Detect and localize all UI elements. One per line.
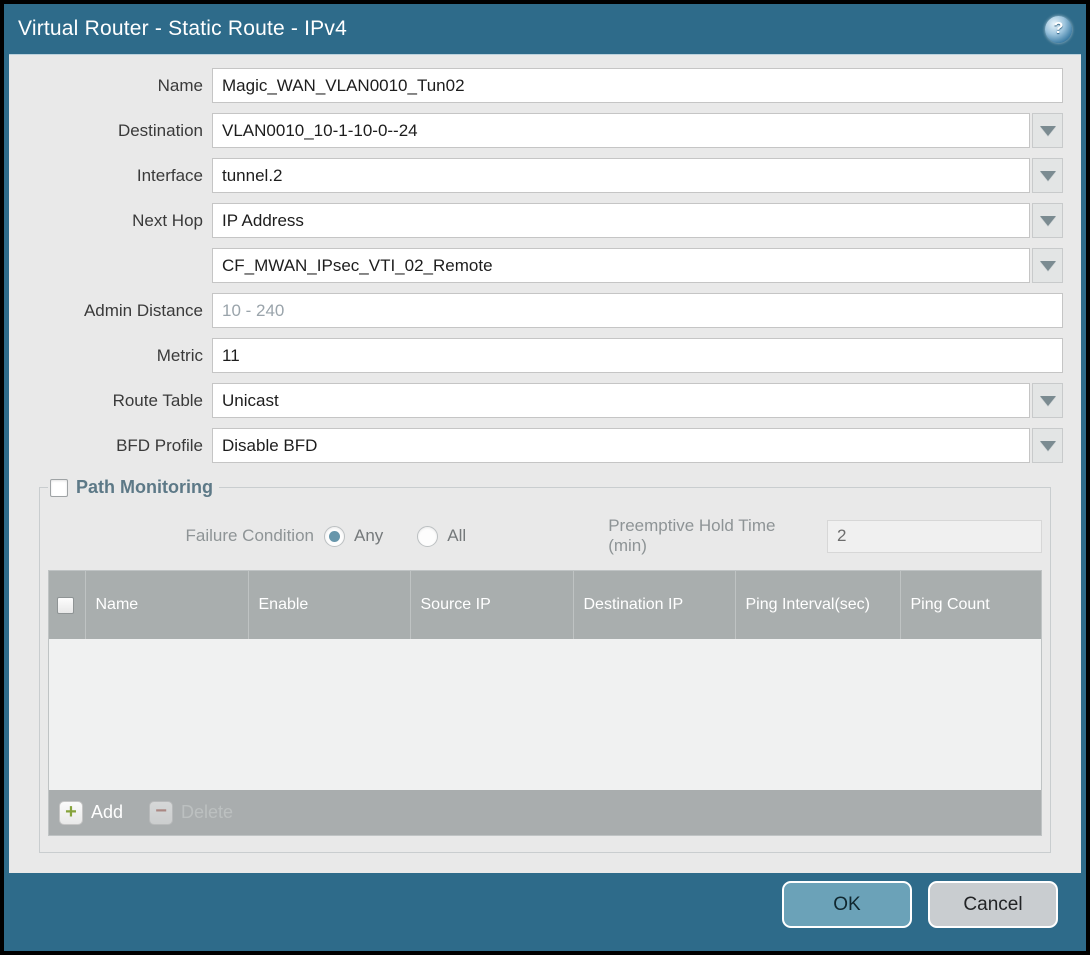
route-table-input[interactable] [212, 383, 1030, 418]
path-monitoring-legend-label: Path Monitoring [76, 477, 213, 498]
column-header-ping-interval[interactable]: Ping Interval(sec) [735, 571, 900, 639]
path-monitoring-section: Path Monitoring Failure Condition Any Al… [39, 477, 1051, 853]
chevron-down-icon [1040, 216, 1056, 226]
static-route-dialog: Virtual Router - Static Route - IPv4 ? N… [4, 4, 1086, 951]
form-row-admin-distance: Admin Distance [18, 293, 1063, 328]
chevron-down-icon [1040, 171, 1056, 181]
chevron-down-icon [1040, 396, 1056, 406]
name-input[interactable] [212, 68, 1063, 103]
form-row-next-hop: Next Hop [18, 203, 1063, 238]
destination-dropdown-button[interactable] [1032, 113, 1063, 148]
bfd-profile-input[interactable] [212, 428, 1030, 463]
admin-distance-input[interactable] [212, 293, 1063, 328]
route-table-label: Route Table [18, 391, 212, 411]
delete-button-label: Delete [181, 802, 233, 823]
failure-condition-label: Failure Condition [48, 526, 324, 546]
next-hop-address-input[interactable] [212, 248, 1030, 283]
form-row-interface: Interface [18, 158, 1063, 193]
table-header-row: Name Enable Source IP Destination IP Pin… [49, 571, 1041, 639]
form-row-name: Name [18, 68, 1063, 103]
cancel-button[interactable]: Cancel [928, 881, 1058, 928]
next-hop-type-input[interactable] [212, 203, 1030, 238]
radio-all[interactable] [417, 526, 438, 547]
chevron-down-icon [1040, 261, 1056, 271]
destination-input[interactable] [212, 113, 1030, 148]
form-row-metric: Metric [18, 338, 1063, 373]
next-hop-type-dropdown-button[interactable] [1032, 203, 1063, 238]
ok-button[interactable]: OK [782, 881, 912, 928]
window-frame: Virtual Router - Static Route - IPv4 ? N… [0, 0, 1090, 955]
path-monitoring-controls: Failure Condition Any All Preemptive Hol… [48, 518, 1042, 554]
preemptive-hold-label: Preemptive Hold Time (min) [608, 516, 827, 556]
column-header-enable[interactable]: Enable [248, 571, 410, 639]
destination-label: Destination [18, 121, 212, 141]
interface-input[interactable] [212, 158, 1030, 193]
radio-all-label: All [447, 526, 466, 546]
metric-input[interactable] [212, 338, 1063, 373]
failure-condition-radio-group: Any All [324, 526, 466, 547]
radio-any-label: Any [354, 526, 383, 546]
add-button-label: Add [91, 802, 123, 823]
metric-label: Metric [18, 346, 212, 366]
next-hop-label: Next Hop [18, 211, 212, 231]
interface-dropdown-button[interactable] [1032, 158, 1063, 193]
radio-any[interactable] [324, 526, 345, 547]
dialog-title: Virtual Router - Static Route - IPv4 [18, 17, 1045, 41]
bfd-profile-label: BFD Profile [18, 436, 212, 456]
path-monitoring-legend: Path Monitoring [48, 477, 219, 498]
dialog-body: Name Destination Interface [9, 54, 1081, 873]
table-empty-body [49, 639, 1041, 790]
titlebar: Virtual Router - Static Route - IPv4 ? [4, 4, 1086, 54]
interface-label: Interface [18, 166, 212, 186]
next-hop-address-dropdown-button[interactable] [1032, 248, 1063, 283]
name-label: Name [18, 76, 212, 96]
chevron-down-icon [1040, 441, 1056, 451]
form-row-next-hop-address [18, 248, 1063, 283]
minus-icon: − [149, 801, 173, 825]
path-monitoring-checkbox[interactable] [50, 479, 68, 497]
form-row-bfd-profile: BFD Profile [18, 428, 1063, 463]
dialog-footer: OK Cancel [4, 873, 1086, 951]
form-row-destination: Destination [18, 113, 1063, 148]
chevron-down-icon [1040, 126, 1056, 136]
preemptive-hold-input[interactable] [827, 520, 1042, 553]
admin-distance-label: Admin Distance [18, 301, 212, 321]
delete-button[interactable]: − Delete [149, 801, 233, 825]
select-all-checkbox[interactable] [57, 597, 74, 614]
path-monitoring-table: Name Enable Source IP Destination IP Pin… [48, 570, 1042, 836]
column-header-ping-count[interactable]: Ping Count [900, 571, 1041, 639]
column-header-source-ip[interactable]: Source IP [410, 571, 573, 639]
help-icon[interactable]: ? [1045, 16, 1072, 43]
bfd-profile-dropdown-button[interactable] [1032, 428, 1063, 463]
form-row-route-table: Route Table [18, 383, 1063, 418]
table-header-select-all [49, 571, 85, 639]
table-footer-toolbar: + Add − Delete [49, 790, 1041, 835]
plus-icon: + [59, 801, 83, 825]
column-header-destination-ip[interactable]: Destination IP [573, 571, 735, 639]
add-button[interactable]: + Add [59, 801, 123, 825]
column-header-name[interactable]: Name [85, 571, 248, 639]
route-table-dropdown-button[interactable] [1032, 383, 1063, 418]
